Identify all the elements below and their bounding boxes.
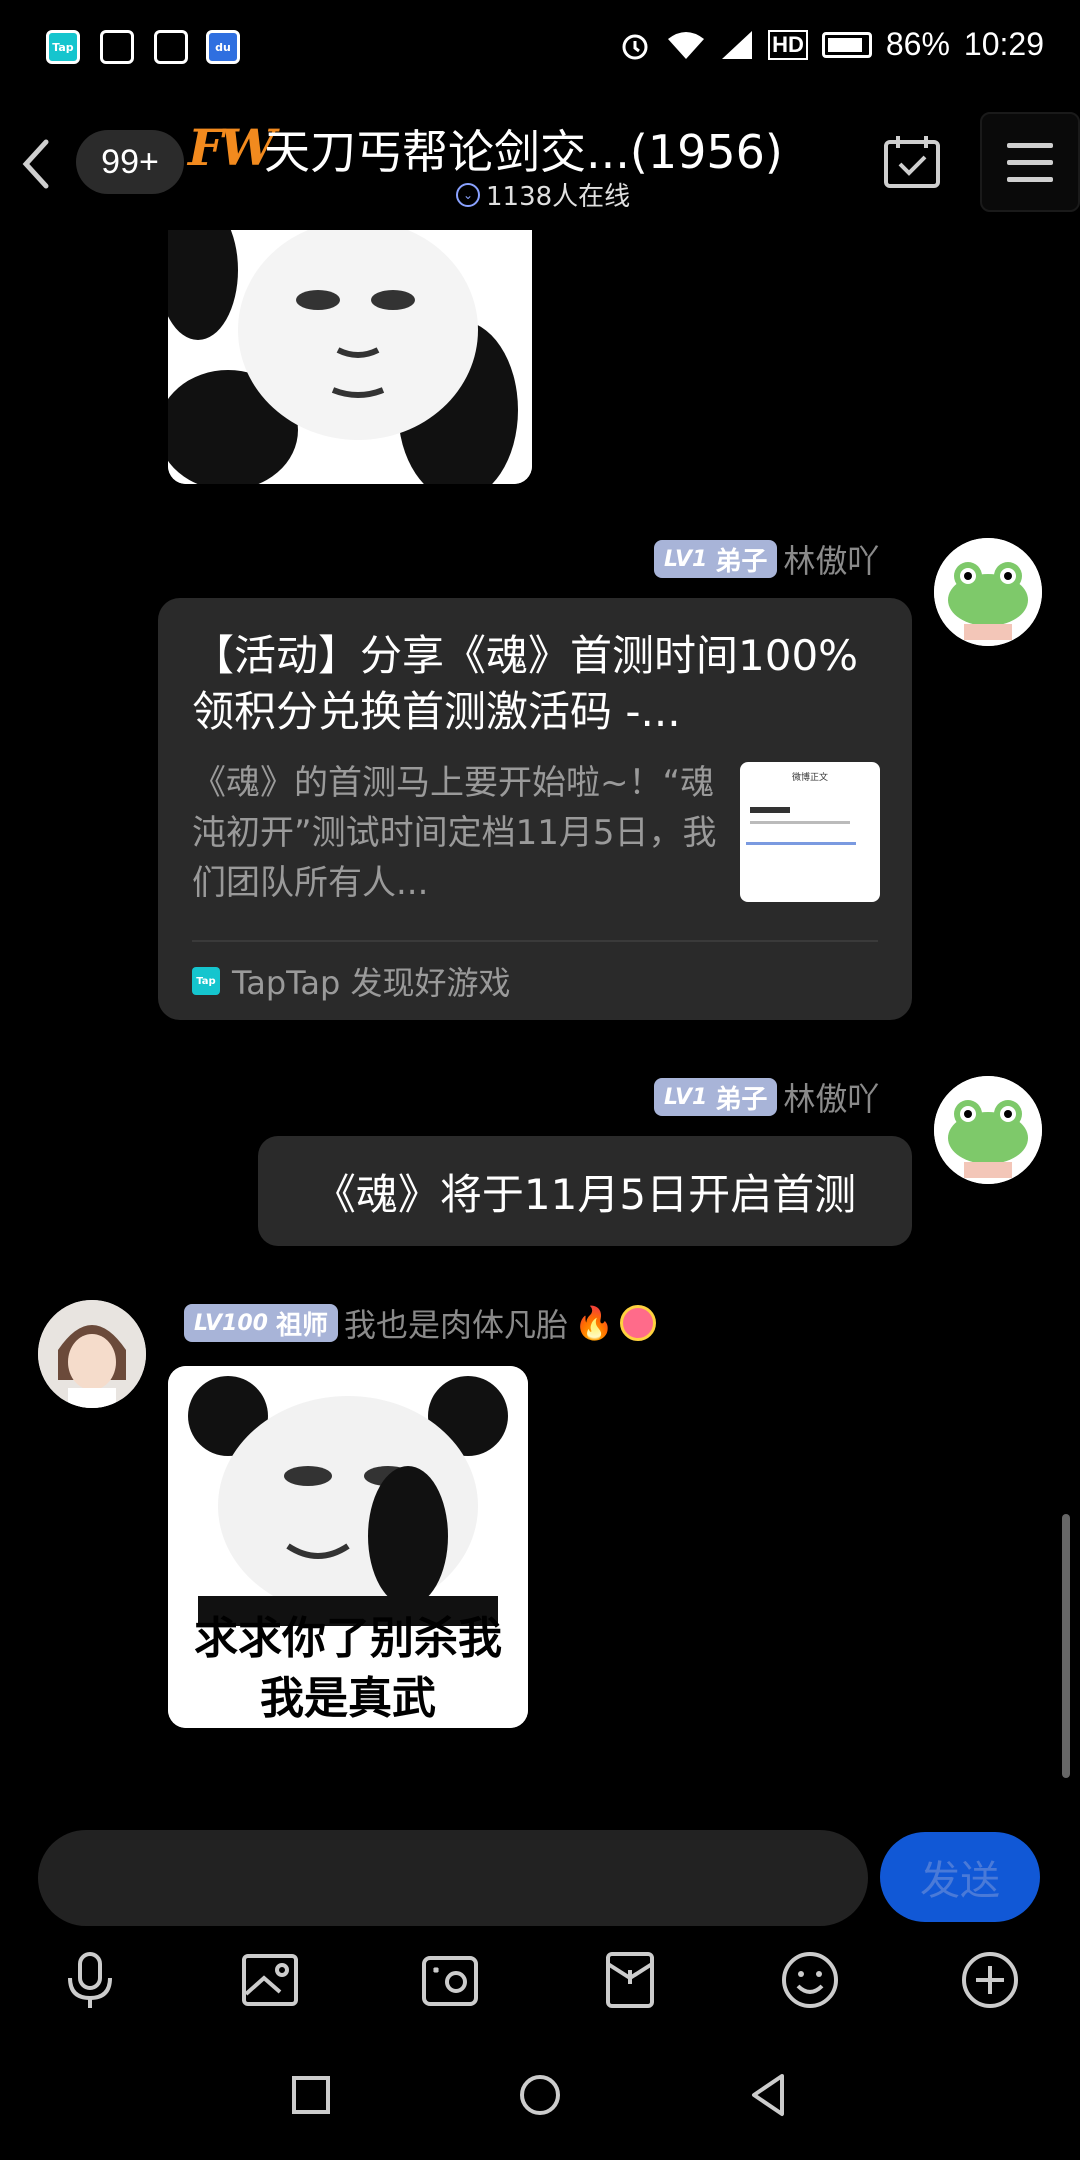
- link-card-source: Tap TapTap 发现好游戏: [192, 958, 511, 1004]
- level-badge: LV1 弟子: [654, 540, 778, 578]
- baidu-app-label: du: [215, 40, 231, 54]
- back-icon[interactable]: [14, 138, 58, 190]
- unread-badge[interactable]: 99+: [76, 130, 184, 194]
- baidu-app-icon: du: [206, 30, 240, 64]
- taptap-icon: Tap: [192, 967, 220, 995]
- home-icon[interactable]: [515, 2070, 565, 2120]
- level-label: LV1: [664, 546, 708, 572]
- sender-name[interactable]: 林傲吖: [783, 536, 879, 582]
- link-card-description: 《魂》的首测马上要开始啦~！“魂沌初开”测试时间定档11月5日，我们团队所有人.…: [192, 763, 717, 903]
- link-card[interactable]: 【活动】分享《魂》首测时间100%领积分兑换首测激活码 -... 《魂》的首测马…: [158, 598, 912, 1020]
- status-bar: Tap du HD 86% 10:29: [0, 0, 1080, 96]
- emoji-icon[interactable]: [780, 1950, 840, 2010]
- recent-apps-icon[interactable]: [286, 2070, 336, 2120]
- message-bubble[interactable]: 《魂》将于11月5日开启首测: [258, 1136, 912, 1246]
- wifi-icon: [668, 31, 705, 59]
- frog-avatar-image: [934, 1076, 1042, 1184]
- thumb-title: 微博正文: [791, 773, 828, 783]
- signal-icon: [722, 30, 753, 59]
- battery-icon: [821, 31, 872, 58]
- camera-icon[interactable]: [420, 1950, 480, 2010]
- divider: [192, 940, 878, 942]
- menu-button[interactable]: [980, 112, 1080, 212]
- sticker-caption: 我是真武: [260, 1673, 436, 1724]
- microphone-icon[interactable]: [60, 1950, 120, 2010]
- chevron-down-icon: ⌄: [456, 182, 480, 207]
- link-card-source-label: TapTap 发现好游戏: [232, 964, 511, 1002]
- scrollbar[interactable]: [1062, 1514, 1070, 1778]
- online-count-text: 1138人在线: [486, 182, 631, 212]
- sender-name[interactable]: 林傲吖: [783, 1074, 879, 1120]
- sticker-caption: 求求你了别杀我: [194, 1613, 502, 1664]
- menu-line: [1007, 176, 1053, 182]
- back-nav-icon[interactable]: [744, 2070, 794, 2120]
- link-card-title: 【活动】分享《魂》首测时间100%领积分兑换首测激活码 -...: [192, 631, 859, 736]
- taptap-app-label: Tap: [52, 40, 74, 54]
- menu-line: [1007, 159, 1053, 165]
- chat-title[interactable]: 天刀丐帮论剑交...(1956): [264, 116, 783, 182]
- thumb-line: [750, 807, 790, 813]
- level-badge: LV100 祖师: [184, 1304, 338, 1342]
- flower-emoji-icon: [619, 1305, 656, 1341]
- avatar[interactable]: [934, 538, 1042, 646]
- rank-label: 弟子: [715, 1084, 768, 1115]
- thumb-line: [746, 842, 856, 845]
- send-button[interactable]: 发送: [880, 1832, 1040, 1922]
- avatar[interactable]: [38, 1300, 146, 1408]
- taptap-app-icon: Tap: [46, 30, 80, 64]
- fire-icon: 🔥: [573, 1304, 614, 1342]
- sender-row: LV100 祖师 我也是肉体凡胎 🔥: [184, 1300, 656, 1346]
- online-count: ⌄ 1138人在线: [456, 176, 630, 213]
- anime-avatar-image: [38, 1300, 146, 1408]
- panda-face-image: [168, 230, 532, 484]
- calendar-check-icon[interactable]: [880, 132, 944, 192]
- alarm-icon: [622, 34, 648, 59]
- menu-line: [1007, 142, 1053, 148]
- status-indicators: HD 86% 10:29: [618, 26, 1044, 63]
- rank-label: 弟子: [715, 546, 768, 577]
- red-packet-icon[interactable]: [600, 1950, 660, 2010]
- plus-icon[interactable]: [960, 1950, 1020, 2010]
- battery-level: 86%: [885, 26, 950, 62]
- message-input[interactable]: [38, 1830, 868, 1926]
- app-icon: [154, 30, 188, 64]
- avatar[interactable]: [934, 1076, 1042, 1184]
- level-label: LV1: [664, 1084, 708, 1110]
- hd-icon: HD: [768, 29, 808, 60]
- thumb-line: [750, 821, 850, 824]
- panda-sticker-image[interactable]: 求求你了别杀我 我是真武: [168, 1366, 528, 1728]
- sender-name[interactable]: 我也是肉体凡胎: [344, 1300, 568, 1346]
- frog-avatar-image: [934, 538, 1042, 646]
- clock: 10:29: [963, 26, 1044, 62]
- sender-row: LV1 弟子 林傲吖: [654, 1074, 879, 1120]
- panda-sticker-image[interactable]: [168, 230, 532, 484]
- group-logo: FW: [188, 118, 276, 177]
- level-label: LV100: [194, 1310, 268, 1336]
- link-card-thumbnail: 微博正文: [740, 762, 880, 902]
- sender-row: LV1 弟子 林傲吖: [654, 536, 879, 582]
- rank-label: 祖师: [275, 1310, 328, 1341]
- level-badge: LV1 弟子: [654, 1078, 778, 1116]
- image-icon[interactable]: [240, 1950, 300, 2010]
- app-icon: [100, 30, 134, 64]
